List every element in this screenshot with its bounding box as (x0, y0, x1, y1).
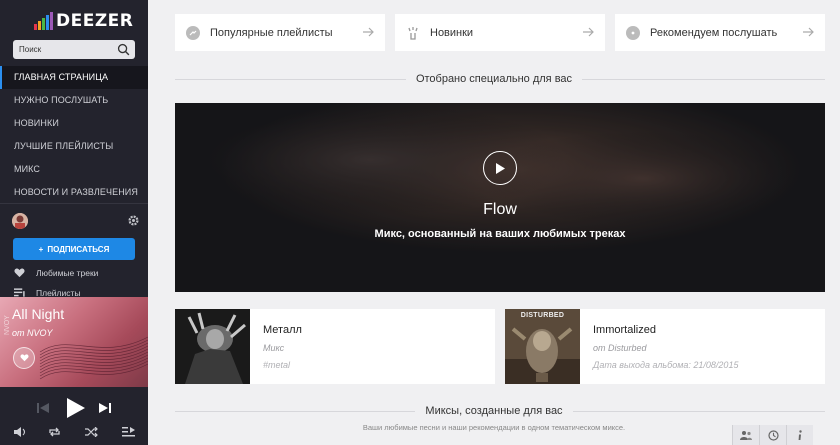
heart-icon (14, 268, 25, 278)
quick-link-recommended[interactable]: Рекомендуем послушать (615, 14, 825, 51)
nav-item-home[interactable]: ГЛАВНАЯ СТРАНИЦА (0, 66, 148, 89)
nav-item-mix[interactable]: МИКС (0, 158, 148, 181)
play-icon (496, 162, 505, 174)
quick-link-label: Рекомендуем послушать (650, 26, 778, 39)
disc-icon (626, 25, 640, 40)
avatar-image (12, 213, 28, 229)
user-row (12, 213, 140, 231)
hero-play-button[interactable] (483, 151, 517, 185)
quick-link-label: Популярные плейлисты (210, 26, 333, 39)
search-icon[interactable] (117, 43, 130, 56)
tile-release-date: Дата выхода альбома: 21/08/2015 (593, 360, 739, 370)
immortalized-cover-image (505, 309, 580, 384)
shuffle-icon[interactable] (85, 427, 98, 437)
clock-icon (767, 429, 779, 441)
heart-icon (19, 354, 29, 362)
previous-icon[interactable] (36, 402, 50, 414)
section-title-mixes: Миксы, созданные для вас (148, 405, 840, 417)
chart-icon (186, 25, 200, 40)
library-favorites[interactable]: Любимые треки (14, 265, 144, 281)
info-icon (798, 429, 802, 440)
track-title[interactable]: All Night (12, 306, 64, 322)
mix-tile-metal[interactable]: Металл Микс #metal (175, 309, 495, 384)
track-artist[interactable]: от NVOY (12, 328, 53, 338)
history-button[interactable] (759, 425, 786, 445)
section-title-picked: Отобрано специально для вас (148, 73, 840, 85)
sidebar: DEEZER ГЛАВНАЯ СТРАНИЦА НУЖНО ПОСЛУШАТЬ … (0, 0, 148, 445)
sparkle-icon (406, 26, 420, 40)
tile-tag: #metal (263, 360, 291, 370)
deezer-logo[interactable]: DEEZER (34, 8, 133, 30)
album-cover-immortalized[interactable]: DISTURBED (505, 309, 580, 384)
nav-item-news[interactable]: НОВОСТИ И РАЗВЛЕЧЕНИЯ (0, 181, 148, 204)
plus-icon: + (38, 244, 44, 254)
search-box[interactable] (13, 40, 135, 59)
player-controls (0, 387, 148, 445)
favorite-track-button[interactable] (13, 347, 35, 369)
tile-title[interactable]: Металл (263, 324, 302, 336)
quick-link-new-releases[interactable]: Новинки (395, 14, 605, 51)
nav-item-top-playlists[interactable]: ЛУЧШИЕ ПЛЕЙЛИСТЫ (0, 135, 148, 158)
info-button[interactable] (786, 425, 813, 445)
quick-link-label: Новинки (430, 26, 474, 39)
tile-subtitle: Микс (263, 343, 285, 353)
arrow-right-icon (803, 27, 814, 37)
mix-cover-metal[interactable] (175, 309, 250, 384)
logo-bars-icon (34, 12, 53, 30)
quick-link-top-playlists[interactable]: Популярные плейлисты (175, 14, 385, 51)
main-content: Популярные плейлисты Новинки Рекомендуем… (148, 0, 840, 445)
hero-background-image (175, 103, 825, 292)
hero-subtitle: Микс, основанный на ваших любимых треках (374, 228, 626, 240)
favorites-label: Любимые треки (36, 268, 99, 278)
now-playing-cover[interactable]: NVOY All Night от NVOY (0, 297, 148, 387)
nav-item-flow[interactable]: НУЖНО ПОСЛУШАТЬ (0, 89, 148, 112)
arrow-right-icon (363, 27, 374, 37)
cover-band-text: DISTURBED (520, 312, 565, 319)
main-nav: ГЛАВНАЯ СТРАНИЦА НУЖНО ПОСЛУШАТЬ НОВИНКИ… (0, 66, 148, 204)
people-icon (740, 431, 752, 440)
hero-title: Flow (483, 201, 517, 218)
arrow-right-icon (583, 27, 594, 37)
people-button[interactable] (732, 425, 759, 445)
gear-icon[interactable] (127, 214, 140, 227)
nav-item-new[interactable]: НОВИНКИ (0, 112, 148, 135)
tile-artist[interactable]: от Disturbed (593, 343, 647, 353)
repeat-icon[interactable] (48, 427, 61, 437)
avatar[interactable] (12, 213, 28, 229)
search-input[interactable] (19, 45, 117, 54)
tile-title[interactable]: Immortalized (593, 324, 656, 336)
play-icon[interactable] (64, 397, 86, 419)
queue-icon[interactable] (122, 427, 135, 437)
flow-hero-banner[interactable]: Flow Микс, основанный на ваших любимых т… (175, 103, 825, 292)
logo-text: DEEZER (56, 11, 134, 31)
subscribe-button[interactable]: + ПОДПИСАТЬСЯ (13, 238, 135, 260)
album-tile-immortalized[interactable]: DISTURBED Immortalized от Disturbed Дата… (505, 309, 825, 384)
sidebar-divider (0, 203, 148, 204)
metal-cover-image (175, 309, 250, 384)
subscribe-label: ПОДПИСАТЬСЯ (47, 244, 110, 254)
volume-icon[interactable] (14, 427, 26, 437)
next-icon[interactable] (98, 402, 112, 414)
